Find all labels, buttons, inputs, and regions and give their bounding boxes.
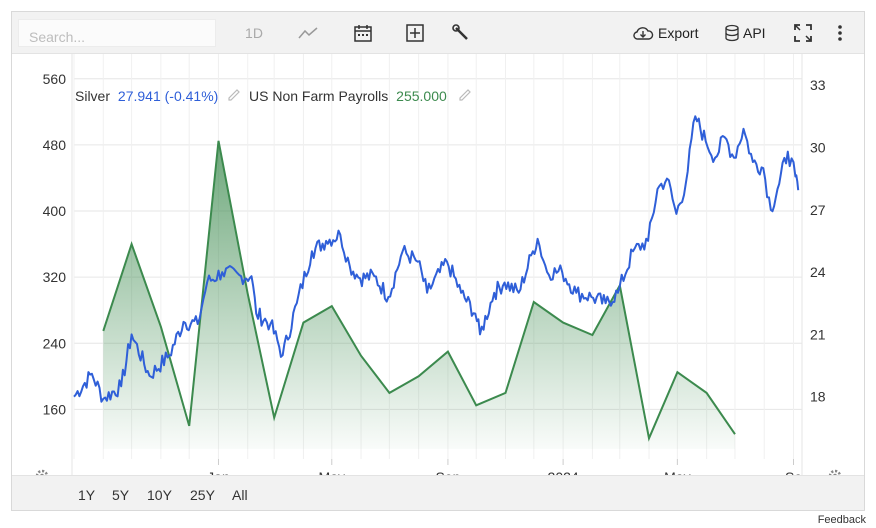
api-label: API <box>743 25 766 41</box>
silver-series <box>73 115 800 403</box>
settings-tools-button[interactable] <box>448 20 474 46</box>
chart-area[interactable]: 160240320400480560182124273033JanMaySep2… <box>12 54 864 476</box>
api-button[interactable]: API <box>724 20 770 46</box>
right-tick-label: 24 <box>810 264 826 280</box>
range-1y[interactable]: 1Y <box>78 487 95 503</box>
period-label: 1D <box>245 25 263 41</box>
silver-line <box>73 115 800 403</box>
right-tick-label: 27 <box>810 202 826 218</box>
left-tick-label: 560 <box>43 71 67 87</box>
range-5y[interactable]: 5Y <box>112 487 129 503</box>
right-tick-label: 33 <box>810 77 826 93</box>
range-10y[interactable]: 10Y <box>147 487 172 503</box>
edit-pencil-icon[interactable] <box>459 89 471 101</box>
left-tick-label: 400 <box>43 203 67 219</box>
legend-silver-value: 27.941 (-0.41%) <box>118 88 218 104</box>
chart-widget: 1D Export API <box>11 11 865 511</box>
legend-payrolls-name: US Non Farm Payrolls <box>249 88 388 104</box>
calendar-icon <box>354 25 372 42</box>
range-selector: 1Y 5Y 10Y 25Y All <box>12 475 864 510</box>
range-25y[interactable]: 25Y <box>190 487 215 503</box>
export-button[interactable]: Export <box>632 20 706 46</box>
more-vert-icon <box>838 25 842 41</box>
period-button[interactable]: 1D <box>240 20 268 46</box>
fullscreen-button[interactable] <box>790 20 816 46</box>
left-tick-label: 160 <box>43 401 67 417</box>
add-indicator-button[interactable] <box>402 20 428 46</box>
legend-payrolls-value: 255.000 <box>396 88 447 104</box>
chart-type-button[interactable] <box>294 20 322 46</box>
feedback-link[interactable]: Feedback <box>818 514 866 526</box>
legend-silver-name: Silver <box>75 88 110 104</box>
more-options-button[interactable] <box>830 20 850 46</box>
left-tick-label: 240 <box>43 335 67 351</box>
left-tick-label: 320 <box>43 269 67 285</box>
right-tick-label: 21 <box>810 326 826 342</box>
fullscreen-icon <box>794 24 812 42</box>
left-tick-label: 480 <box>43 137 67 153</box>
add-indicator-icon <box>406 24 424 42</box>
toolbar: 1D Export API <box>12 12 864 54</box>
wrench-icon <box>452 24 468 40</box>
export-label: Export <box>658 25 699 41</box>
search-input[interactable] <box>18 19 216 47</box>
edit-pencil-icon[interactable] <box>228 89 240 101</box>
right-tick-label: 18 <box>810 389 826 405</box>
right-tick-label: 30 <box>810 139 826 155</box>
legend-silver[interactable]: Silver 27.941 (-0.41%) <box>75 88 218 104</box>
cloud-download-icon <box>633 27 654 40</box>
legend-payrolls[interactable]: US Non Farm Payrolls 255.000 <box>249 88 447 104</box>
database-icon <box>725 24 739 42</box>
range-all[interactable]: All <box>232 487 248 503</box>
line-chart-icon <box>298 27 318 39</box>
date-range-button[interactable] <box>350 20 376 46</box>
